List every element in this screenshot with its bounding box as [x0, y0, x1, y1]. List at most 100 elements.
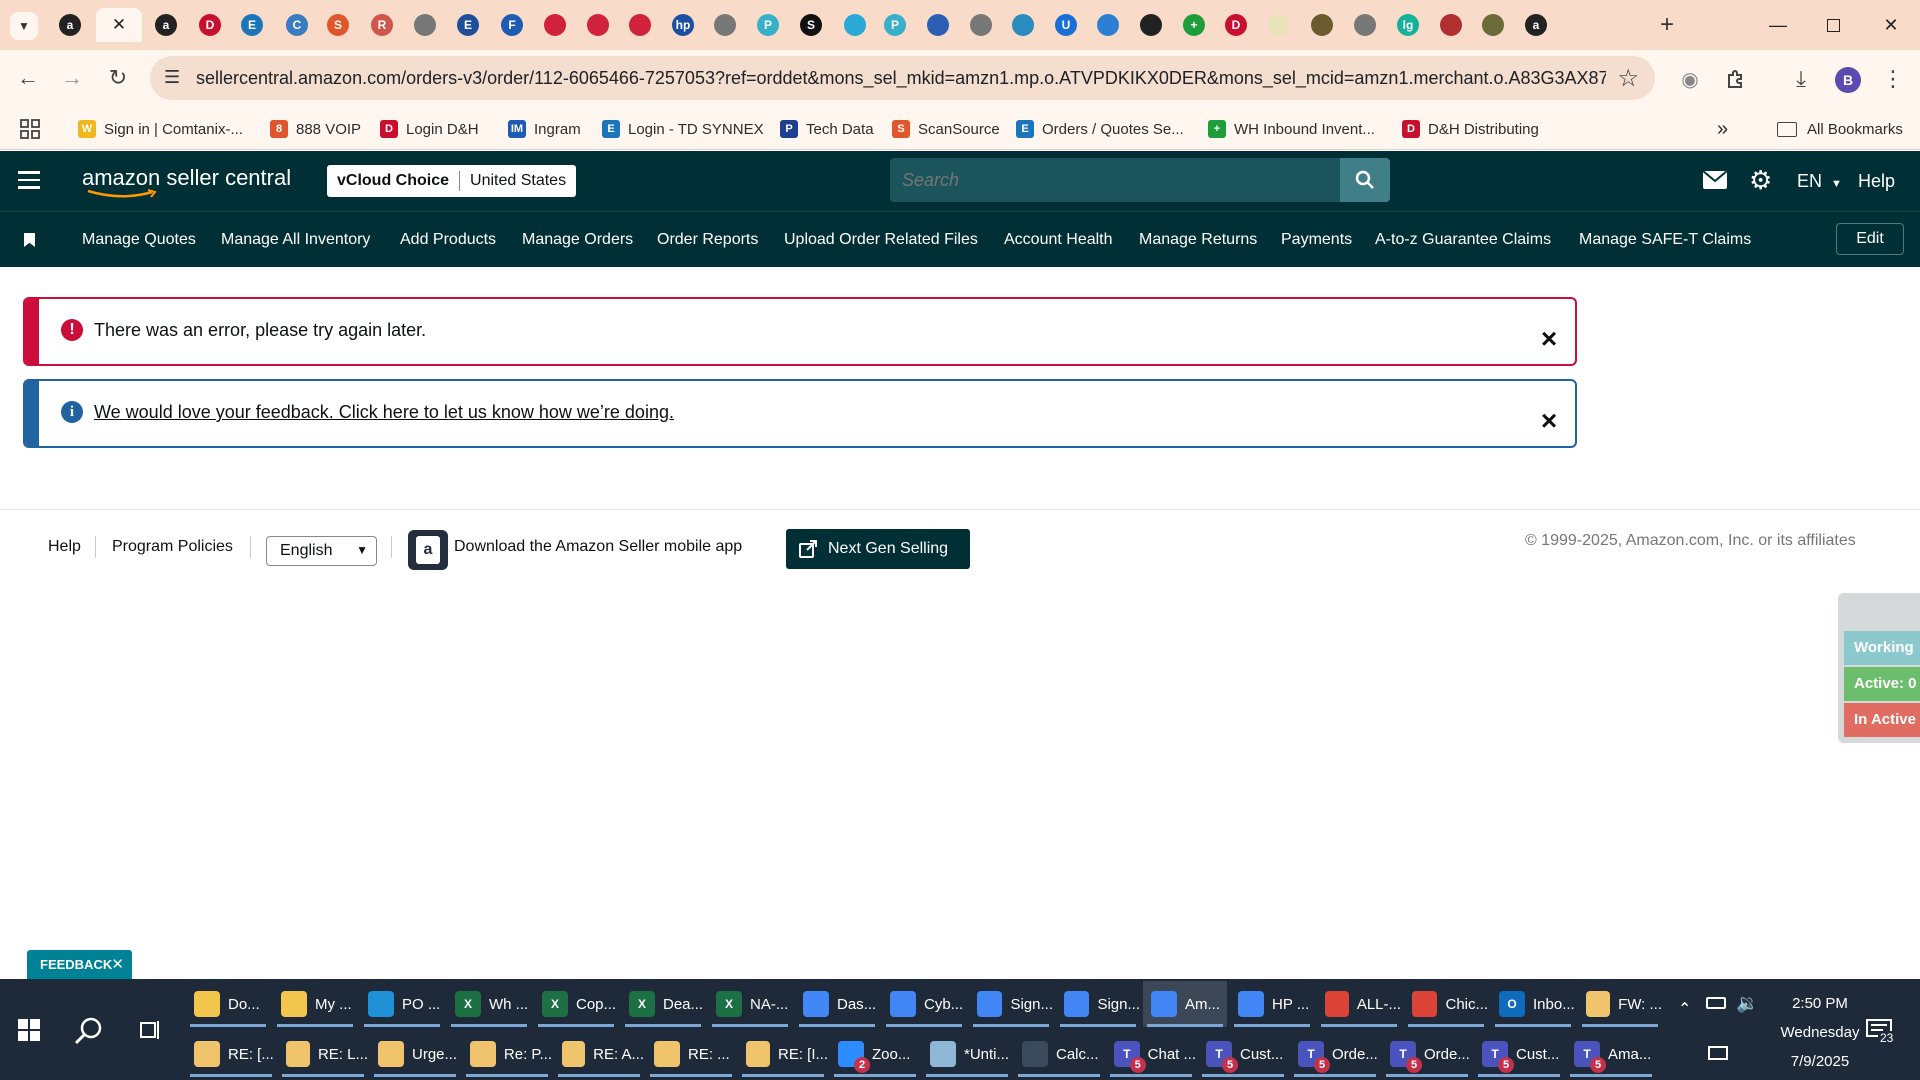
- browser-tab[interactable]: [1302, 8, 1342, 42]
- browser-tab[interactable]: +: [1174, 8, 1214, 42]
- taskbar-app[interactable]: X Cop...: [534, 981, 618, 1027]
- status-item[interactable]: Active: 0: [1844, 667, 1920, 701]
- taskbar-app[interactable]: T 5 Cust...: [1198, 1031, 1288, 1077]
- download-app-link[interactable]: Download the Amazon Seller mobile app: [454, 538, 742, 556]
- browser-tab[interactable]: S: [318, 8, 358, 42]
- task-view-button[interactable]: [138, 1019, 162, 1041]
- browser-tab[interactable]: [1431, 8, 1471, 42]
- nav-item[interactable]: A-to-z Guarantee Claims: [1375, 231, 1551, 249]
- bookmark-item[interactable]: + WH Inbound Invent...: [1208, 116, 1375, 142]
- taskbar-app[interactable]: Sign...: [1056, 981, 1140, 1027]
- taskbar-app[interactable]: Das...: [795, 981, 879, 1027]
- bookmark-item[interactable]: 8 888 VOIP: [270, 116, 361, 142]
- search-button[interactable]: [74, 1016, 104, 1046]
- amazon-app-icon[interactable]: a: [408, 530, 448, 570]
- taskbar-app[interactable]: X NA-...: [708, 981, 792, 1027]
- bookmark-item[interactable]: S ScanSource: [892, 116, 1000, 142]
- forward-button[interactable]: →: [56, 62, 88, 94]
- taskbar-app[interactable]: O Inbo...: [1491, 981, 1575, 1027]
- taskbar-app[interactable]: Re: P...: [462, 1031, 552, 1077]
- tab-search-button[interactable]: ▼: [10, 12, 38, 40]
- browser-tab[interactable]: [1259, 8, 1299, 42]
- bookmark-item[interactable]: E Orders / Quotes Se...: [1016, 116, 1184, 142]
- extensions-icon[interactable]: [1720, 63, 1752, 95]
- browser-tab[interactable]: [918, 8, 958, 42]
- browser-tab[interactable]: [620, 8, 660, 42]
- taskbar-app[interactable]: T 5 Orde...: [1382, 1031, 1472, 1077]
- nav-item[interactable]: Add Products: [400, 231, 496, 249]
- close-error-button[interactable]: ×: [1537, 325, 1561, 353]
- taskbar-app[interactable]: *Unti...: [922, 1031, 1012, 1077]
- close-icon[interactable]: ✕: [111, 955, 124, 973]
- browser-tab[interactable]: F: [492, 8, 532, 42]
- browser-tab[interactable]: a: [50, 8, 90, 42]
- messages-icon[interactable]: [1703, 171, 1727, 189]
- taskbar-app[interactable]: RE: ...: [646, 1031, 736, 1077]
- taskbar-app[interactable]: RE: L...: [278, 1031, 368, 1077]
- nav-item[interactable]: Manage All Inventory: [221, 231, 370, 249]
- nav-item[interactable]: Upload Order Related Files: [784, 231, 978, 249]
- nav-item[interactable]: Payments: [1281, 231, 1352, 249]
- nav-item[interactable]: Manage Quotes: [82, 231, 196, 249]
- taskbar-app[interactable]: Am...: [1143, 981, 1227, 1027]
- nav-item[interactable]: Manage Orders: [522, 231, 633, 249]
- site-info-icon[interactable]: ☰: [164, 67, 180, 88]
- taskbar-app[interactable]: My ...: [273, 981, 357, 1027]
- browser-tab[interactable]: E: [232, 8, 272, 42]
- url-text[interactable]: sellercentral.amazon.com/orders-v3/order…: [196, 68, 1606, 89]
- bookmark-item[interactable]: W Sign in | Comtanix-...: [78, 116, 243, 142]
- program-policies-link[interactable]: Program Policies: [112, 538, 233, 556]
- taskbar-app[interactable]: RE: A...: [554, 1031, 644, 1077]
- next-gen-selling-button[interactable]: Next Gen Selling: [786, 529, 970, 569]
- browser-tab[interactable]: [535, 8, 575, 42]
- taskbar-app[interactable]: RE: [...: [186, 1031, 276, 1077]
- start-button[interactable]: [18, 1019, 40, 1041]
- browser-tab[interactable]: lg: [1388, 8, 1428, 42]
- search-input[interactable]: [890, 158, 1340, 202]
- browser-tab[interactable]: D: [190, 8, 230, 42]
- translate-icon[interactable]: ◉: [1674, 63, 1706, 95]
- nav-item[interactable]: Order Reports: [657, 231, 758, 249]
- browser-tab[interactable]: hp: [663, 8, 703, 42]
- taskbar-app[interactable]: Chic...: [1404, 981, 1488, 1027]
- bookmark-item[interactable]: D D&H Distributing: [1402, 116, 1539, 142]
- taskbar-app[interactable]: Sign...: [969, 981, 1053, 1027]
- status-side-panel[interactable]: Working Active: 0 In Active: [1838, 593, 1920, 743]
- amazon-seller-central-logo[interactable]: amazon seller central: [82, 165, 291, 198]
- bookmark-item[interactable]: P Tech Data: [780, 116, 874, 142]
- taskbar-app[interactable]: Urge...: [370, 1031, 460, 1077]
- browser-tab[interactable]: a: [146, 8, 186, 42]
- taskbar-app[interactable]: PO ...: [360, 981, 444, 1027]
- taskbar-app[interactable]: T 5 Ama...: [1566, 1031, 1656, 1077]
- taskbar-app[interactable]: ALL-...: [1317, 981, 1401, 1027]
- battery-icon[interactable]: [1706, 997, 1726, 1009]
- status-item[interactable]: In Active: [1844, 703, 1920, 737]
- taskbar-app[interactable]: RE: [I...: [738, 1031, 828, 1077]
- feedback-tab[interactable]: FEEDBACK ✕: [27, 950, 132, 979]
- browser-tab[interactable]: [1345, 8, 1385, 42]
- search-box[interactable]: [890, 158, 1340, 202]
- reload-button[interactable]: ↻: [102, 62, 134, 94]
- hamburger-menu-icon[interactable]: [18, 171, 40, 189]
- notification-center-button[interactable]: 23: [1866, 1019, 1896, 1045]
- help-link[interactable]: Help: [1858, 171, 1895, 192]
- taskbar-app[interactable]: HP ...: [1230, 981, 1314, 1027]
- browser-menu-icon[interactable]: ⋮: [1877, 63, 1909, 95]
- browser-tab[interactable]: [1088, 8, 1128, 42]
- profile-avatar[interactable]: B: [1835, 67, 1861, 93]
- browser-tab[interactable]: [705, 8, 745, 42]
- bookmark-star-icon[interactable]: ☆: [1617, 64, 1639, 93]
- back-button[interactable]: ←: [12, 62, 44, 94]
- browser-tab[interactable]: a: [1516, 8, 1556, 42]
- browser-tab[interactable]: U: [1046, 8, 1086, 42]
- bookmark-item[interactable]: D Login D&H: [380, 116, 479, 142]
- browser-tab[interactable]: ✕: [96, 8, 142, 42]
- bookmark-item[interactable]: E Login - TD SYNNEX: [602, 116, 764, 142]
- desktop-icon[interactable]: [1708, 1046, 1728, 1060]
- new-tab-button[interactable]: +: [1652, 10, 1682, 40]
- taskbar-app[interactable]: Do...: [186, 981, 270, 1027]
- browser-tab[interactable]: [1131, 8, 1171, 42]
- taskbar-app[interactable]: Cyb...: [882, 981, 966, 1027]
- browser-tab[interactable]: D: [1216, 8, 1256, 42]
- more-bookmarks-button[interactable]: »: [1717, 116, 1728, 142]
